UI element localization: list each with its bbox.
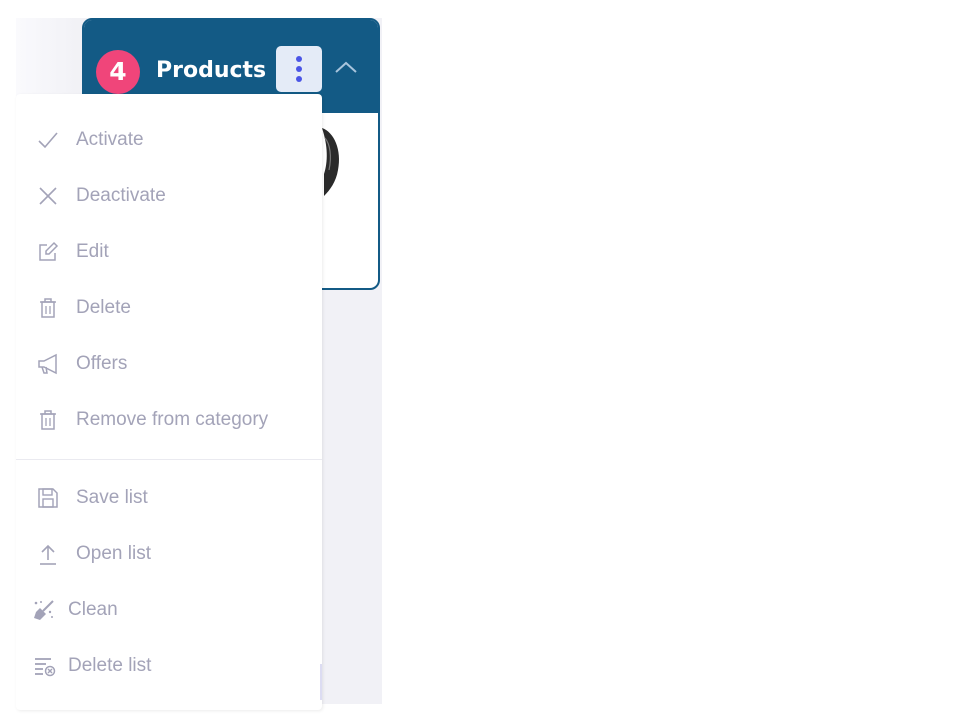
menu-item-activate[interactable]: Activate [16,118,322,162]
menu-item-deactivate[interactable]: Deactivate [16,174,322,218]
menu-item-clean[interactable]: Clean [16,588,322,632]
broom-icon [34,600,54,620]
more-vertical-icon-dot [296,66,302,72]
trash-icon [40,298,56,318]
menu-item-label: Open list [76,543,151,564]
stage: 4 Products Activate Deactivate Edit Dele… [0,0,960,720]
menu-item-label: Offers [76,353,128,374]
menu-item-open-list[interactable]: Open list [16,532,322,576]
more-vertical-icon [296,56,302,62]
menu-item-label: Remove from category [76,409,269,430]
trash-icon [40,410,56,430]
menu-item-edit[interactable]: Edit [16,230,322,274]
menu-item-label: Activate [76,129,144,150]
menu-item-delete-list[interactable]: Delete list [16,644,322,688]
menu-item-label: Delete list [68,655,152,676]
menu-item-label: Save list [76,487,148,508]
product-image[interactable] [320,126,342,198]
close-icon [39,187,57,205]
menu-item-remove-from-category[interactable]: Remove from category [16,398,322,442]
menu-item-delete[interactable]: Delete [16,286,322,330]
menu-item-label: Delete [76,297,131,318]
menu-item-label: Edit [76,241,109,262]
panel-title: Products [156,58,267,83]
chevron-up-icon[interactable] [332,56,360,80]
upload-icon [40,544,56,565]
more-options-button[interactable] [276,46,322,92]
megaphone-icon [38,353,57,375]
menu-item-label: Clean [68,599,118,620]
scrollbar-edge [320,664,322,700]
save-icon [38,488,58,508]
menu-item-label: Deactivate [76,185,166,206]
actions-dropdown-menu: Activate Deactivate Edit Delete Offers R… [16,94,322,710]
menu-item-save-list[interactable]: Save list [16,476,322,520]
count-badge: 4 [96,50,140,94]
edit-icon [39,241,59,261]
check-icon [38,132,58,149]
menu-item-offers[interactable]: Offers [16,342,322,386]
menu-divider [16,459,322,460]
delete-list-icon [35,658,56,677]
more-vertical-icon-dot [296,76,302,82]
